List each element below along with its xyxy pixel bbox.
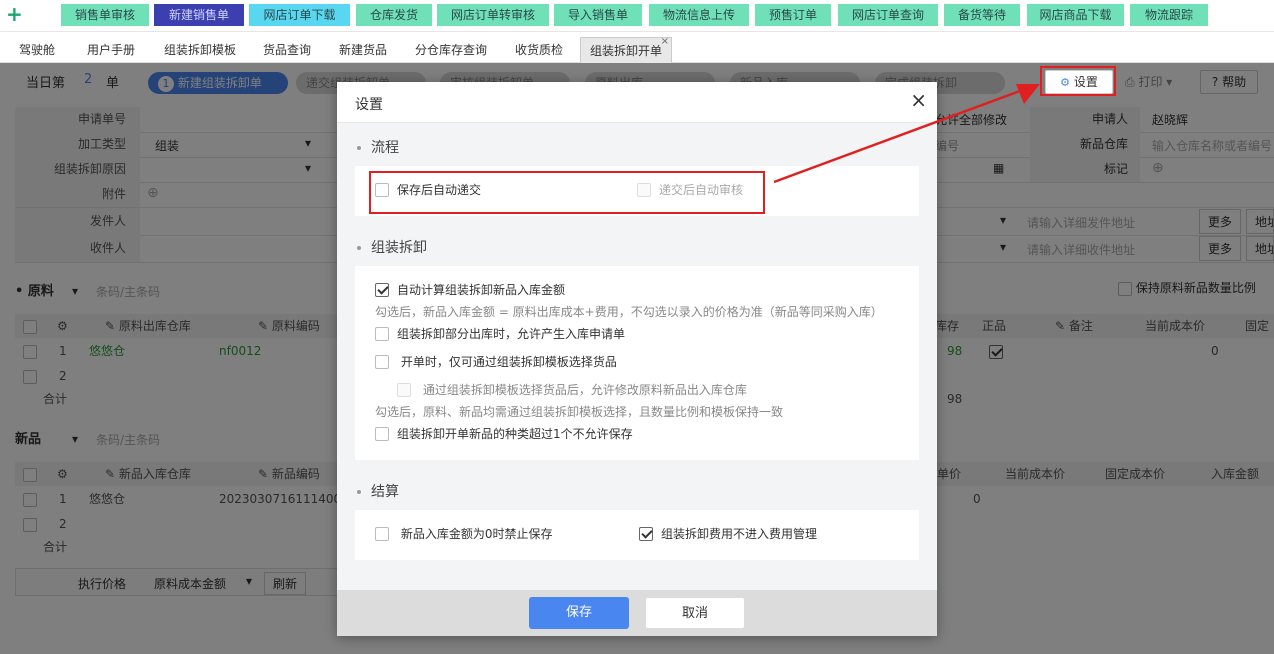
dialog-title: 设置 (355, 97, 383, 113)
dialog-footer: 保存 取消 (337, 590, 937, 636)
tab-bar: 驾驶舱 用户手册 组装拆卸模板 货品查询 新建货品 分仓库存查询 收货质检 组装… (0, 36, 1274, 63)
template-modify-option: 通过组装拆卸模板选择货品后，允许修改原料新品出入库仓库 (397, 382, 747, 398)
settings-highlight-box (1040, 66, 1116, 96)
nav-warehouse-ship[interactable]: 仓库发货 (356, 4, 432, 26)
zero-amount-checkbox[interactable] (375, 527, 389, 541)
nav-stock-wait[interactable]: 备货等待 (944, 4, 1020, 26)
single-kind-checkbox[interactable] (375, 427, 389, 441)
template-modify-label: 通过组装拆卸模板选择货品后，允许修改原料新品出入库仓库 (422, 383, 747, 397)
tab-cockpit[interactable]: 驾驶舱 (4, 37, 70, 63)
tab-goods-query[interactable]: 货品查询 (253, 37, 321, 63)
template-only-label: 开单时，仅可通过组装拆卸模板选择货品 (400, 355, 617, 369)
top-nav: + 销售单审核 新建销售单 网店订单下载 仓库发货 网店订单转审核 导入销售单 … (0, 0, 1274, 32)
nav-new-sales[interactable]: 新建销售单 (154, 4, 244, 26)
save-button[interactable]: 保存 (529, 597, 629, 629)
tab-new-goods[interactable]: 新建货品 (328, 37, 398, 63)
section-assembly: 组装拆卸 (357, 237, 427, 257)
template-modify-checkbox (397, 383, 411, 397)
nav-presale[interactable]: 预售订单 (755, 4, 831, 26)
flow-highlight-box (369, 171, 765, 214)
no-fee-option[interactable]: 组装拆卸费用不进入费用管理 (639, 526, 817, 542)
close-icon[interactable]: × (661, 29, 669, 55)
tab-assembly-template[interactable]: 组装拆卸模板 (152, 37, 248, 63)
nav-goods-download[interactable]: 网店商品下载 (1027, 4, 1124, 26)
assembly-card: 自动计算组装拆卸新品入库金额 勾选后，新品入库金额 = 原料出库成本+费用，不勾… (355, 266, 919, 460)
auto-calc-checkbox[interactable] (375, 283, 389, 297)
single-kind-option[interactable]: 组装拆卸开单新品的种类超过1个不允许保存 (375, 426, 633, 442)
tab-stock-query[interactable]: 分仓库存查询 (405, 37, 497, 63)
nav-order-download[interactable]: 网店订单下载 (249, 4, 350, 26)
auto-calc-label: 自动计算组装拆卸新品入库金额 (397, 283, 566, 297)
add-icon[interactable]: + (6, 3, 26, 25)
section-assembly-title: 组装拆卸 (371, 240, 427, 256)
cancel-button[interactable]: 取消 (645, 597, 745, 629)
tab-manual[interactable]: 用户手册 (76, 37, 146, 63)
tab-receive-qc[interactable]: 收货质检 (503, 37, 575, 63)
zero-amount-label: 新品入库金额为0时禁止保存 (400, 527, 553, 541)
partial-out-checkbox[interactable] (375, 327, 389, 341)
nav-order-query[interactable]: 网店订单查询 (838, 4, 938, 26)
nav-logistics-upload[interactable]: 物流信息上传 (649, 4, 749, 26)
tab-assembly-order-label: 组装拆卸开单 (589, 44, 662, 58)
section-settle: 结算 (357, 481, 399, 501)
template-only-option[interactable]: 开单时，仅可通过组装拆卸模板选择货品 (375, 354, 617, 370)
nav-sales-audit[interactable]: 销售单审核 (61, 4, 149, 26)
red-arrow-icon (773, 84, 1040, 184)
template-hint: 勾选后，原料、新品均需通过组装拆卸模板选择，且数量比例和模板保持一致 (375, 405, 784, 419)
section-flow-title: 流程 (371, 140, 399, 156)
tab-assembly-order[interactable]: 组装拆卸开单 × (580, 36, 672, 63)
section-flow: 流程 (357, 137, 399, 157)
nav-logistics-track[interactable]: 物流跟踪 (1130, 4, 1208, 26)
partial-out-label: 组装拆卸部分出库时，允许产生入库申请单 (397, 327, 626, 341)
no-fee-label: 组装拆卸费用不进入费用管理 (661, 527, 818, 541)
single-kind-label: 组装拆卸开单新品的种类超过1个不允许保存 (397, 427, 633, 441)
nav-import-sales[interactable]: 导入销售单 (554, 4, 642, 26)
section-settle-title: 结算 (371, 484, 399, 500)
no-fee-checkbox[interactable] (639, 527, 653, 541)
auto-calc-option[interactable]: 自动计算组装拆卸新品入库金额 (375, 282, 565, 298)
auto-calc-hint: 勾选后，新品入库金额 = 原料出库成本+费用，不勾选以录入的价格为准（新品等同采… (375, 305, 883, 319)
template-only-checkbox[interactable] (375, 355, 389, 369)
zero-amount-option[interactable]: 新品入库金额为0时禁止保存 (375, 526, 552, 542)
settle-card: 新品入库金额为0时禁止保存 组装拆卸费用不进入费用管理 (355, 510, 919, 560)
partial-out-option[interactable]: 组装拆卸部分出库时，允许产生入库申请单 (375, 326, 625, 342)
nav-order-to-audit[interactable]: 网店订单转审核 (437, 4, 549, 26)
